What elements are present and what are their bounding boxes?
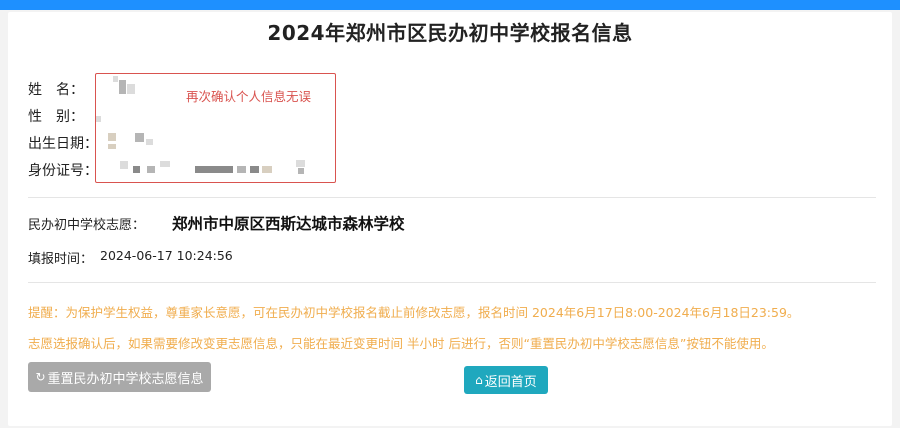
confirm-info-note: 再次确认个人信息无误 bbox=[186, 89, 312, 104]
id-number-label: 身份证号： bbox=[28, 163, 98, 179]
birth-date-label: 出生日期： bbox=[28, 136, 98, 152]
refresh-icon: ↻ bbox=[35, 370, 46, 384]
school-choice-value: 郑州市中原区西斯达城市森林学校 bbox=[172, 215, 405, 233]
notice-line-1: 提醒：为保护学生权益，尊重家长意愿，可在民办初中学校报名截止前修改志愿，报名时间… bbox=[28, 305, 800, 320]
school-choice-label: 民办初中学校志愿： bbox=[28, 218, 146, 233]
back-home-button-label: 返回首页 bbox=[484, 374, 537, 390]
page-title: 2024年郑州市区民办初中学校报名信息 bbox=[267, 21, 633, 45]
fill-time-label: 填报时间： bbox=[28, 252, 94, 267]
name-label: 姓 名： bbox=[28, 82, 84, 98]
home-icon: ⌂ bbox=[475, 373, 483, 387]
notice-line-2: 志愿选报确认后，如果需要修改变更志愿信息，只能在最近变更时间 半小时 后进行，否… bbox=[28, 336, 774, 351]
top-accent-bar bbox=[0, 0, 900, 10]
gender-label: 性 别： bbox=[28, 109, 84, 125]
reset-choice-button[interactable]: ↻ 重置民办初中学校志愿信息 bbox=[28, 362, 211, 392]
reset-choice-button-label: 重置民办初中学校志愿信息 bbox=[47, 371, 204, 387]
back-home-button[interactable]: ⌂ 返回首页 bbox=[464, 366, 548, 394]
divider-bottom bbox=[28, 282, 876, 283]
fill-time-value: 2024-06-17 10:24:56 bbox=[100, 248, 233, 263]
divider-top bbox=[28, 197, 876, 198]
